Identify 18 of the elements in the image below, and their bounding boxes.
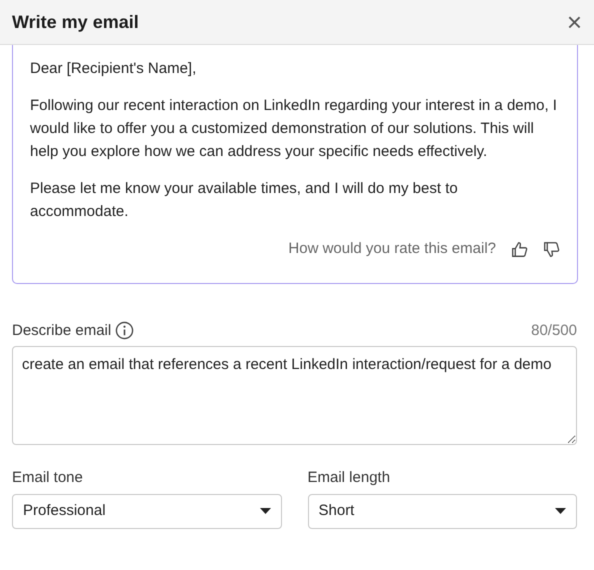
thumbs-down-button[interactable] xyxy=(543,240,560,258)
close-button[interactable]: × xyxy=(562,9,586,35)
email-paragraph: Please let me know your available times, and I will do my best to accommodate. xyxy=(30,179,459,222)
info-icon[interactable] xyxy=(114,321,134,340)
dropdown-select[interactable]: Short xyxy=(308,494,577,528)
thumbs-up-button[interactable] xyxy=(511,240,528,258)
character-counter: 80/500 xyxy=(531,320,577,340)
email-paragraph: Dear [Recipient's Name], xyxy=(30,59,198,79)
email-paragraph: Following our recent interaction on LinkedIn regarding your interest in a demo, I would like to offer you a customized demonstration of our solutions. This will help you explore how we can address your specific needs effectively. xyxy=(30,96,558,162)
field-label: Email length xyxy=(308,468,392,488)
rating-prompt: How would you rate this email? xyxy=(288,239,496,259)
field-label: Email tone xyxy=(12,468,84,488)
caret-icon xyxy=(260,508,270,514)
dropdown-select[interactable]: Professional xyxy=(12,494,282,528)
dialog-title: Write my email xyxy=(12,10,139,34)
caret-icon xyxy=(555,508,566,514)
description-field[interactable]: create an email that references a recent LinkedIn interaction/request for a demo xyxy=(12,346,577,445)
field-label: Describe email xyxy=(12,320,112,340)
